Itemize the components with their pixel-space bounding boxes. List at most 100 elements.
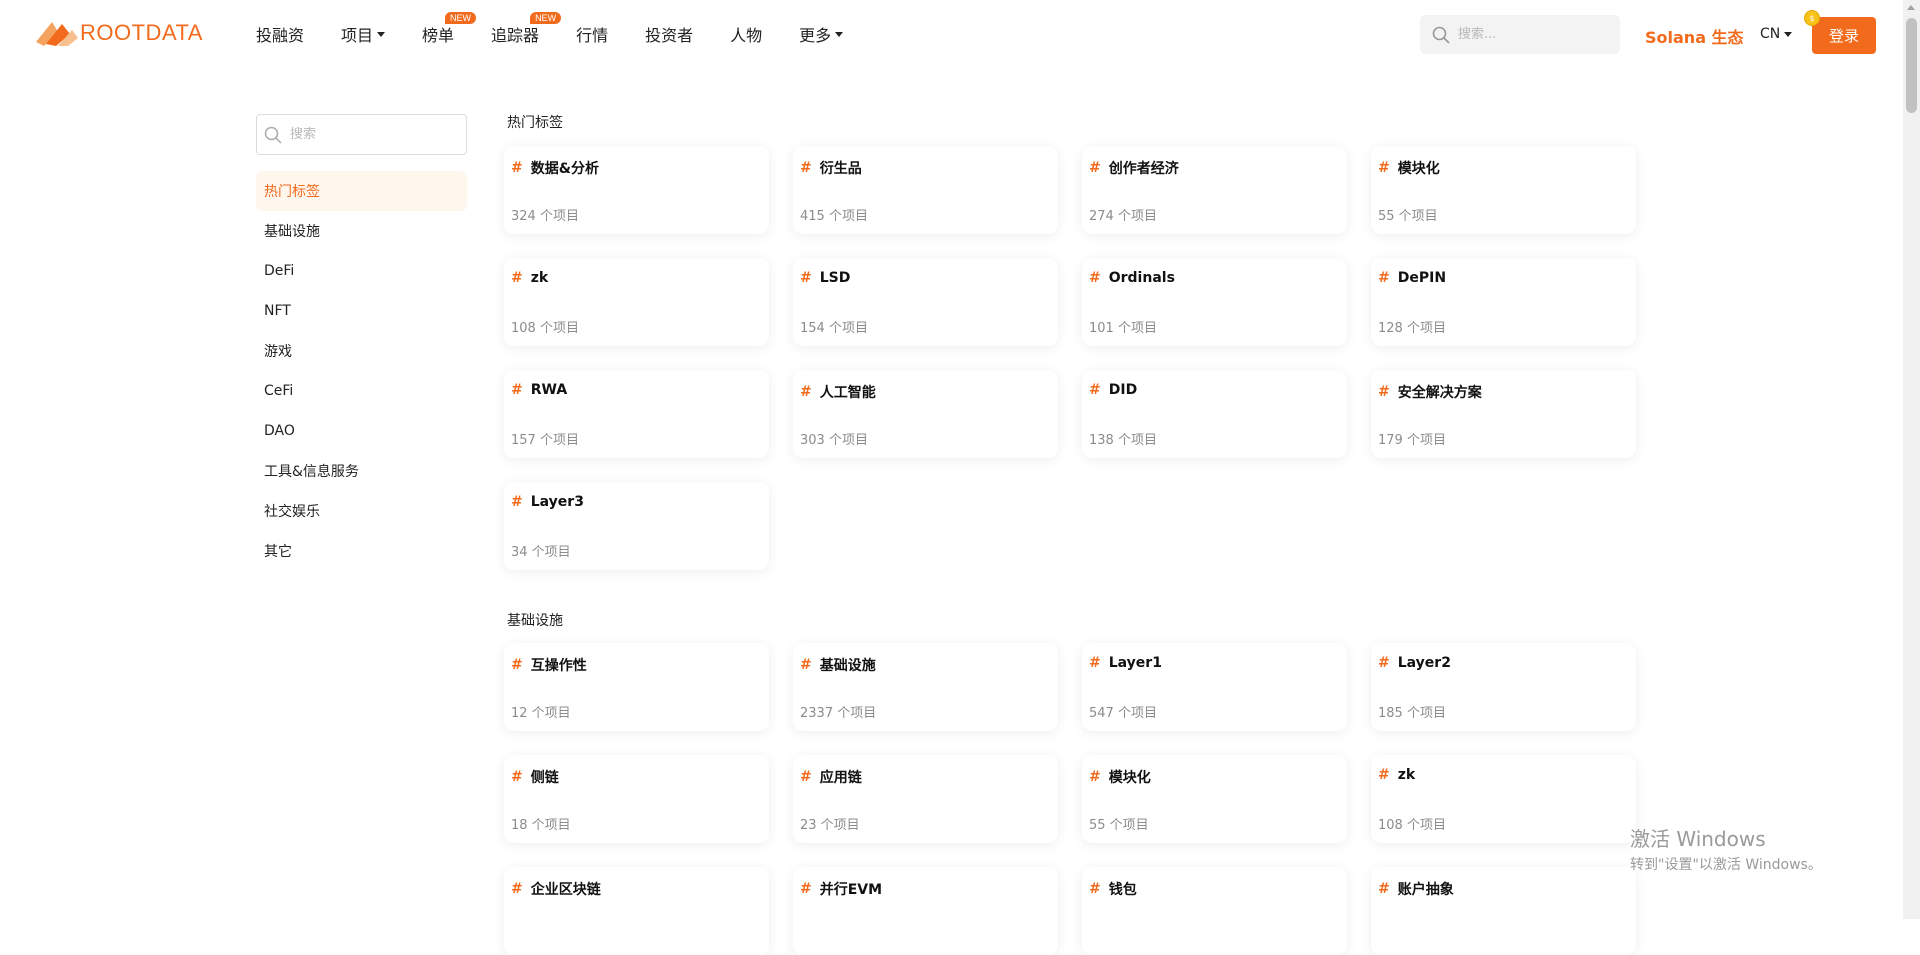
tag-count: 55 个项目 [1378,209,1438,224]
nav-item-people[interactable]: 人物 [730,22,762,46]
tag-card[interactable]: # DID 138 个项目 [1082,370,1347,458]
hash-icon: # [1089,769,1101,785]
tag-count: 547 个项目 [1089,706,1157,721]
tag-name: 账户抽象 [1397,882,1454,898]
tag-card[interactable]: # 安全解决方案 179 个项目 [1371,370,1636,458]
tag-card[interactable]: # 人工智能 303 个项目 [793,370,1058,458]
tag-count: 157 个项目 [511,433,579,448]
tag-count: 23 个项目 [800,818,860,833]
tag-card[interactable]: # Layer2 185 个项目 [1371,643,1636,731]
tag-card[interactable]: # LSD 154 个项目 [793,258,1058,346]
page-scrollbar[interactable] [1903,0,1920,919]
hash-icon: # [800,881,812,897]
tag-name: 并行EVM [819,882,883,898]
tag-count: 138 个项目 [1089,433,1157,448]
tag-count: 34 个项目 [511,545,571,560]
tag-count: 55 个项目 [1089,818,1149,833]
nav-item-projects[interactable]: 项目 [341,22,386,46]
tag-name: DID [1108,382,1138,398]
caret-down-icon [835,31,844,37]
top-header: ROOTDATA 投融资 项目 榜单 NEW 追踪器 NEW 行情 投资者 人物… [0,0,1900,68]
tag-name: 模块化 [1108,770,1151,786]
nav-item-investors[interactable]: 投资者 [645,22,693,46]
scroll-up-arrow-icon[interactable] [1907,5,1915,10]
nav-item-rankings[interactable]: 榜单 NEW [422,12,477,46]
language-selector[interactable]: CN [1760,26,1793,42]
tag-name: Layer1 [1108,655,1162,671]
hash-icon: # [1089,881,1101,897]
category-menu: 热门标签 基础设施 DeFi NFT 游戏 CeFi DAO 工具&信息服务 社… [256,171,467,571]
tag-count: 128 个项目 [1378,321,1446,336]
sidebar-item-social[interactable]: 社交娱乐 [256,491,467,531]
tag-count: 415 个项目 [800,209,868,224]
header-search[interactable] [1420,15,1620,54]
sidebar-item-dao[interactable]: DAO [256,411,467,451]
logo-text: ROOTDATA [80,20,203,45]
sidebar-item-other[interactable]: 其它 [256,531,467,571]
hash-icon: # [1378,881,1390,897]
sidebar-item-hot-tags[interactable]: 热门标签 [256,171,467,211]
tag-card[interactable]: # 数据&分析 324 个项目 [504,146,769,234]
sidebar-item-infrastructure[interactable]: 基础设施 [256,211,467,251]
tag-card[interactable]: # 衍生品 415 个项目 [793,146,1058,234]
sidebar-item-cefi[interactable]: CeFi [256,371,467,411]
tag-card[interactable]: # RWA 157 个项目 [504,370,769,458]
watermark-title: 激活 Windows [1630,827,1766,851]
tag-name: 互操作性 [530,658,587,674]
sidebar-search-input[interactable] [288,126,438,143]
tag-name: 安全解决方案 [1397,385,1482,401]
tag-card[interactable]: # 侧链 18 个项目 [504,755,769,843]
sidebar-item-tools[interactable]: 工具&信息服务 [256,451,467,491]
windows-activation-watermark: 激活 Windows 转到"设置"以激活 Windows。 [1630,823,1822,874]
tag-card[interactable]: # 应用链 23 个项目 [793,755,1058,843]
tag-name: 侧链 [530,770,559,786]
hash-icon: # [1089,655,1101,671]
tag-count: 179 个项目 [1378,433,1446,448]
infrastructure-grid: # 互操作性 12 个项目 # 基础设施 2337 个项目 # Layer1 547 … [504,643,1636,955]
caret-down-icon [377,31,386,37]
tag-name: 衍生品 [819,161,862,177]
tag-card[interactable]: # zk 108 个项目 [1371,755,1636,843]
tag-card[interactable]: # zk 108 个项目 [504,258,769,346]
tag-count: 18 个项目 [511,818,571,833]
tag-card[interactable]: # Layer3 34 个项目 [504,482,769,570]
tag-count: 2337 个项目 [800,706,877,721]
hash-icon: # [1378,767,1390,783]
nav-label: 投资者 [645,26,694,45]
tag-card[interactable]: # 基础设施 2337 个项目 [793,643,1058,731]
tag-card[interactable]: # 企业区块链 [504,867,769,955]
tag-count: 12 个项目 [511,706,571,721]
tag-name: 模块化 [1397,161,1440,177]
nav-label: 榜单 [422,26,455,45]
tag-card[interactable]: # Ordinals 101 个项目 [1082,258,1347,346]
tag-card[interactable]: # 账户抽象 [1371,867,1636,955]
hash-icon: # [511,494,523,510]
tag-card[interactable]: # 并行EVM [793,867,1058,955]
tag-card[interactable]: # 互操作性 12 个项目 [504,643,769,731]
nav-item-market[interactable]: 行情 [576,22,608,46]
nav-label: 更多 [799,26,832,45]
tag-count: 324 个项目 [511,209,579,224]
sidebar-search[interactable] [256,114,467,155]
solana-ecosystem-link[interactable]: Solana 生态 [1645,24,1744,48]
tag-name: zk [530,270,549,286]
sidebar-item-nft[interactable]: NFT [256,291,467,331]
rootdata-logo[interactable]: ROOTDATA [34,16,203,50]
nav-label: 人物 [730,26,763,45]
header-search-input[interactable] [1456,26,1606,43]
nav-item-tracker[interactable]: 追踪器 NEW [491,12,562,46]
sidebar-item-defi[interactable]: DeFi [256,251,467,291]
nav-item-financing[interactable]: 投融资 [256,22,304,46]
tag-name: 钱包 [1108,882,1137,898]
login-button[interactable]: 登录 [1812,17,1876,54]
tag-card[interactable]: # 模块化 55 个项目 [1371,146,1636,234]
tag-card[interactable]: # Layer1 547 个项目 [1082,643,1347,731]
tag-card[interactable]: # 钱包 [1082,867,1347,955]
hash-icon: # [511,160,523,176]
scrollbar-thumb[interactable] [1906,18,1917,113]
tag-card[interactable]: # 模块化 55 个项目 [1082,755,1347,843]
tag-card[interactable]: # 创作者经济 274 个项目 [1082,146,1347,234]
sidebar-item-games[interactable]: 游戏 [256,331,467,371]
nav-item-more[interactable]: 更多 [799,22,844,46]
tag-card[interactable]: # DePIN 128 个项目 [1371,258,1636,346]
